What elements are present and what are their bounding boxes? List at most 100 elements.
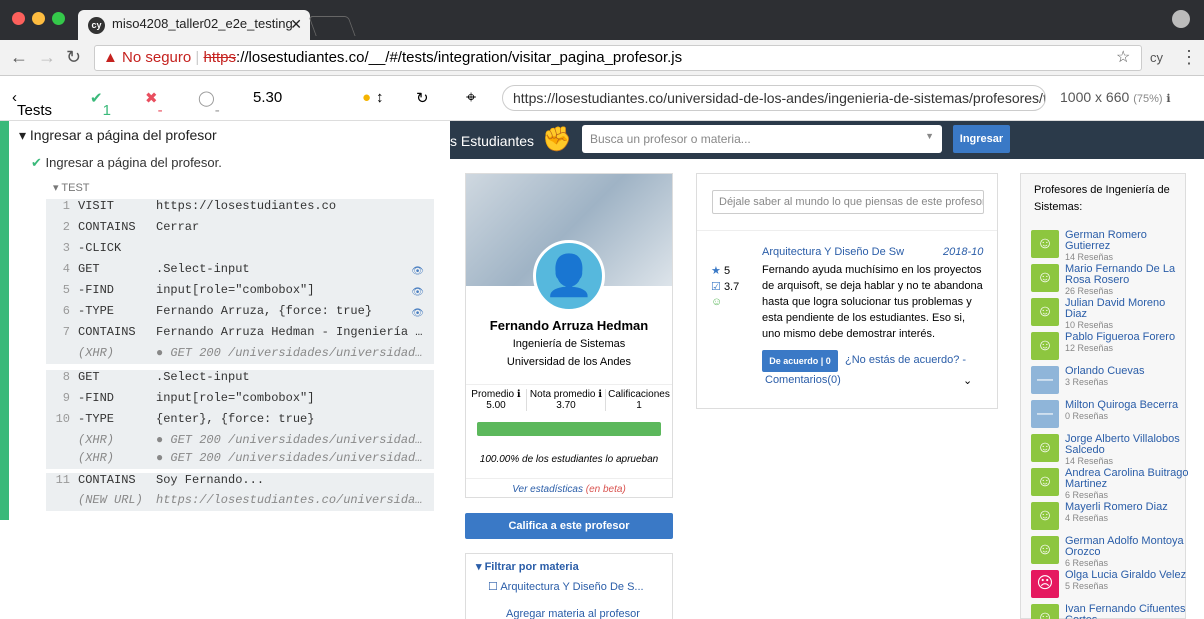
forward-icon[interactable]: → <box>38 47 56 68</box>
professor-link[interactable]: Jorge Alberto Villalobos Salcedo <box>1065 433 1180 456</box>
approval-text: 100.00% de los estudiantes lo aprueban <box>479 454 659 465</box>
command-row[interactable]: 11 CONTAINS Soy Fernando... <box>46 473 434 494</box>
command-row[interactable]: 7 CONTAINS Fernando Arruza Hedman - Ingeni… <box>46 325 434 346</box>
command-number: 4 <box>62 262 70 276</box>
login-button[interactable]: Ingresar <box>953 125 1010 153</box>
professor-link[interactable]: Olga Lucia Giraldo Velez <box>1065 569 1186 581</box>
filter-title[interactable]: ▾ Filtrar por materia <box>476 560 579 573</box>
command-row[interactable]: 10 -TYPE {enter}, {force: true} <box>46 412 434 433</box>
expand-chevron-icon[interactable]: ⌄ <box>963 374 972 387</box>
command-message: .Select-input <box>156 262 250 276</box>
browser-tab[interactable]: cy miso4208_taller02_e2e_testing ✕ <box>78 10 310 40</box>
disagree-link[interactable]: ¿No estás de acuerdo? - <box>845 354 966 366</box>
url-field[interactable]: ▲ No seguro | https://losestudiantes.co/… <box>94 45 1142 71</box>
sidebar-professor-item[interactable]: ☺ Pablo Figueroa Forero 12 Reseñas <box>1031 331 1189 360</box>
rate-professor-button[interactable]: Califica a este profesor <box>465 513 673 539</box>
comments-link[interactable]: Comentarios(0) <box>765 374 841 386</box>
command-name: (NEW URL) <box>78 493 143 507</box>
command-number: 6 <box>62 304 70 318</box>
comment-input[interactable]: Déjale saber al mundo lo que piensas de … <box>712 190 984 214</box>
average-value: 5.00 <box>486 400 506 411</box>
command-name: (XHR) <box>78 451 115 465</box>
professor-search-input[interactable]: Busca un profesor o materia... ▼ <box>582 125 942 153</box>
professor-link[interactable]: Mayerli Romero Diaz <box>1065 501 1168 513</box>
filter-course[interactable]: ☐ Arquitectura Y Diseño De S... <box>488 580 644 593</box>
site-brand[interactable]: s Estudiantes <box>450 133 534 149</box>
professor-link[interactable]: Julian David Moreno Diaz <box>1065 297 1165 320</box>
command-row[interactable]: 8 GET .Select-input <box>46 370 434 391</box>
zoom-value: (75%) <box>1133 93 1163 105</box>
professor-link[interactable]: Mario Fernando De La Rosa Rosero <box>1065 263 1175 286</box>
command-row[interactable]: (XHR) ● GET 200 /universidades/universida… <box>46 451 434 469</box>
command-row[interactable]: (XHR) ● GET 200 /universidades/universida… <box>46 346 434 364</box>
selector-playground-icon[interactable]: ⌖ <box>466 87 476 108</box>
agree-button[interactable]: De acuerdo | 0 <box>762 350 838 372</box>
sidebar-professor-item[interactable]: ☺ German Romero Gutierrez 14 Reseñas <box>1031 229 1189 262</box>
suite-title[interactable]: ▾ Ingresar a página del profesor <box>19 127 217 144</box>
filter-card: ▾ Filtrar por materia ☐ Arquitectura Y D… <box>465 553 673 619</box>
profile-icon[interactable] <box>1172 10 1190 28</box>
cypress-extension-icon[interactable]: cy <box>1150 50 1163 65</box>
professor-link[interactable]: Andrea Carolina Buitrago Martinez <box>1065 467 1189 490</box>
profile-card: 👤 Fernando Arruza Hedman Ingeniería de S… <box>465 173 673 498</box>
running-indicator-icon: ● <box>362 89 372 106</box>
sidebar-professor-item[interactable]: ☺ Jorge Alberto Villalobos Salcedo 14 Rese… <box>1031 433 1189 466</box>
maximize-window-button[interactable] <box>52 12 65 25</box>
command-row[interactable]: 4 GET .Select-input 👁 <box>46 262 434 283</box>
professor-link[interactable]: Ivan Fernando Cifuentes Cortes <box>1065 603 1185 619</box>
professor-link[interactable]: German Romero Gutierrez <box>1065 229 1147 252</box>
auto-scroll-icon[interactable]: ↕ <box>376 89 384 106</box>
reload-icon[interactable]: ↻ <box>66 47 81 68</box>
review-course[interactable]: Arquitectura Y Diseño De Sw <box>762 246 904 258</box>
command-row[interactable]: (XHR) ● GET 200 /universidades/universida… <box>46 433 434 451</box>
command-row[interactable]: 5 -FIND input[role="combobox"] 👁 <box>46 283 434 304</box>
new-tab-button[interactable] <box>308 16 356 36</box>
sidebar-professor-item[interactable]: ☺ Ivan Fernando Cifuentes Cortes <box>1031 604 1189 619</box>
aut-url: https://losestudiantes.co/universidad-de… <box>502 85 1046 111</box>
command-name: -FIND <box>78 283 115 297</box>
review-count: 4 Reseñas <box>1065 513 1109 523</box>
eye-icon: 👁 <box>411 309 424 320</box>
sidebar-professor-item[interactable]: ☹ Olga Lucia Giraldo Velez 5 Reseñas <box>1031 569 1189 598</box>
review-count: 6 Reseñas <box>1065 558 1109 568</box>
site-navbar: s Estudiantes ✊ Busca un profesor o mate… <box>450 121 1204 159</box>
close-tab-icon[interactable]: ✕ <box>290 16 302 33</box>
review-count: 3 Reseñas <box>1065 377 1109 387</box>
department: Ingeniería de Sistemas <box>512 338 626 350</box>
professor-link[interactable]: German Adolfo Montoya Orozco <box>1065 535 1184 558</box>
command-row[interactable]: 3 -CLICK <box>46 241 434 262</box>
sidebar-professor-item[interactable]: ☺ Julian David Moreno Diaz 10 Reseñas <box>1031 297 1189 330</box>
command-row[interactable]: 1 VISIT https://losestudiantes.co <box>46 199 434 220</box>
command-row[interactable]: 9 -FIND input[role="combobox"] <box>46 391 434 412</box>
professor-link[interactable]: Milton Quiroga Becerra <box>1065 399 1178 411</box>
bookmark-star-icon[interactable]: ☆ <box>1116 47 1130 67</box>
rerun-icon[interactable]: ↻ <box>416 89 429 107</box>
back-icon[interactable]: ← <box>10 47 28 68</box>
sidebar-professor-item[interactable]: ☺ Mayerli Romero Diaz 4 Reseñas <box>1031 501 1189 530</box>
command-row[interactable]: 2 CONTAINS Cerrar <box>46 220 434 241</box>
command-row[interactable]: (NEW URL) https://losestudiantes.co/unive… <box>46 493 434 511</box>
test-title[interactable]: ✔ Ingresar a página del profesor. <box>31 155 222 171</box>
sidebar-professor-item[interactable]: — Orlando Cuevas 3 Reseñas <box>1031 365 1189 394</box>
sidebar-professor-item[interactable]: ☺ Mario Fernando De La Rosa Rosero 26 Rese… <box>1031 263 1189 296</box>
rating-value: 5 <box>723 265 731 277</box>
stats-link[interactable]: Ver estadísticas <box>512 484 583 495</box>
test-section-label: ▾ TEST <box>53 182 90 194</box>
sidebar-professor-item[interactable]: ☺ German Adolfo Montoya Orozco 6 Reseñas <box>1031 535 1189 568</box>
command-row[interactable]: 6 -TYPE Fernando Arruza, {force: true} 👁 <box>46 304 434 325</box>
professor-link[interactable]: Pablo Figueroa Forero <box>1065 331 1175 343</box>
command-name: CONTAINS <box>78 473 136 487</box>
command-name: -CLICK <box>78 241 122 255</box>
not-secure-label: No seguro <box>122 49 192 66</box>
minimize-window-button[interactable] <box>32 12 45 25</box>
sidebar-title: Profesores de Ingeniería de Sistemas: <box>1034 184 1170 213</box>
professor-link[interactable]: Orlando Cuevas <box>1065 365 1145 377</box>
sidebar-professor-item[interactable]: — Milton Quiroga Becerra 0 Reseñas <box>1031 399 1189 428</box>
info-icon[interactable]: ℹ <box>1166 93 1170 105</box>
command-message: Cerrar <box>156 220 200 234</box>
add-course-link[interactable]: Agregar materia al profesor <box>506 608 640 619</box>
close-window-button[interactable] <box>12 12 25 25</box>
menu-icon[interactable]: ⋮ <box>1180 47 1198 68</box>
sidebar-professor-item[interactable]: ☺ Andrea Carolina Buitrago Martinez 6 Rese… <box>1031 467 1189 500</box>
tests-button[interactable]: ‹ Tests <box>12 89 52 119</box>
